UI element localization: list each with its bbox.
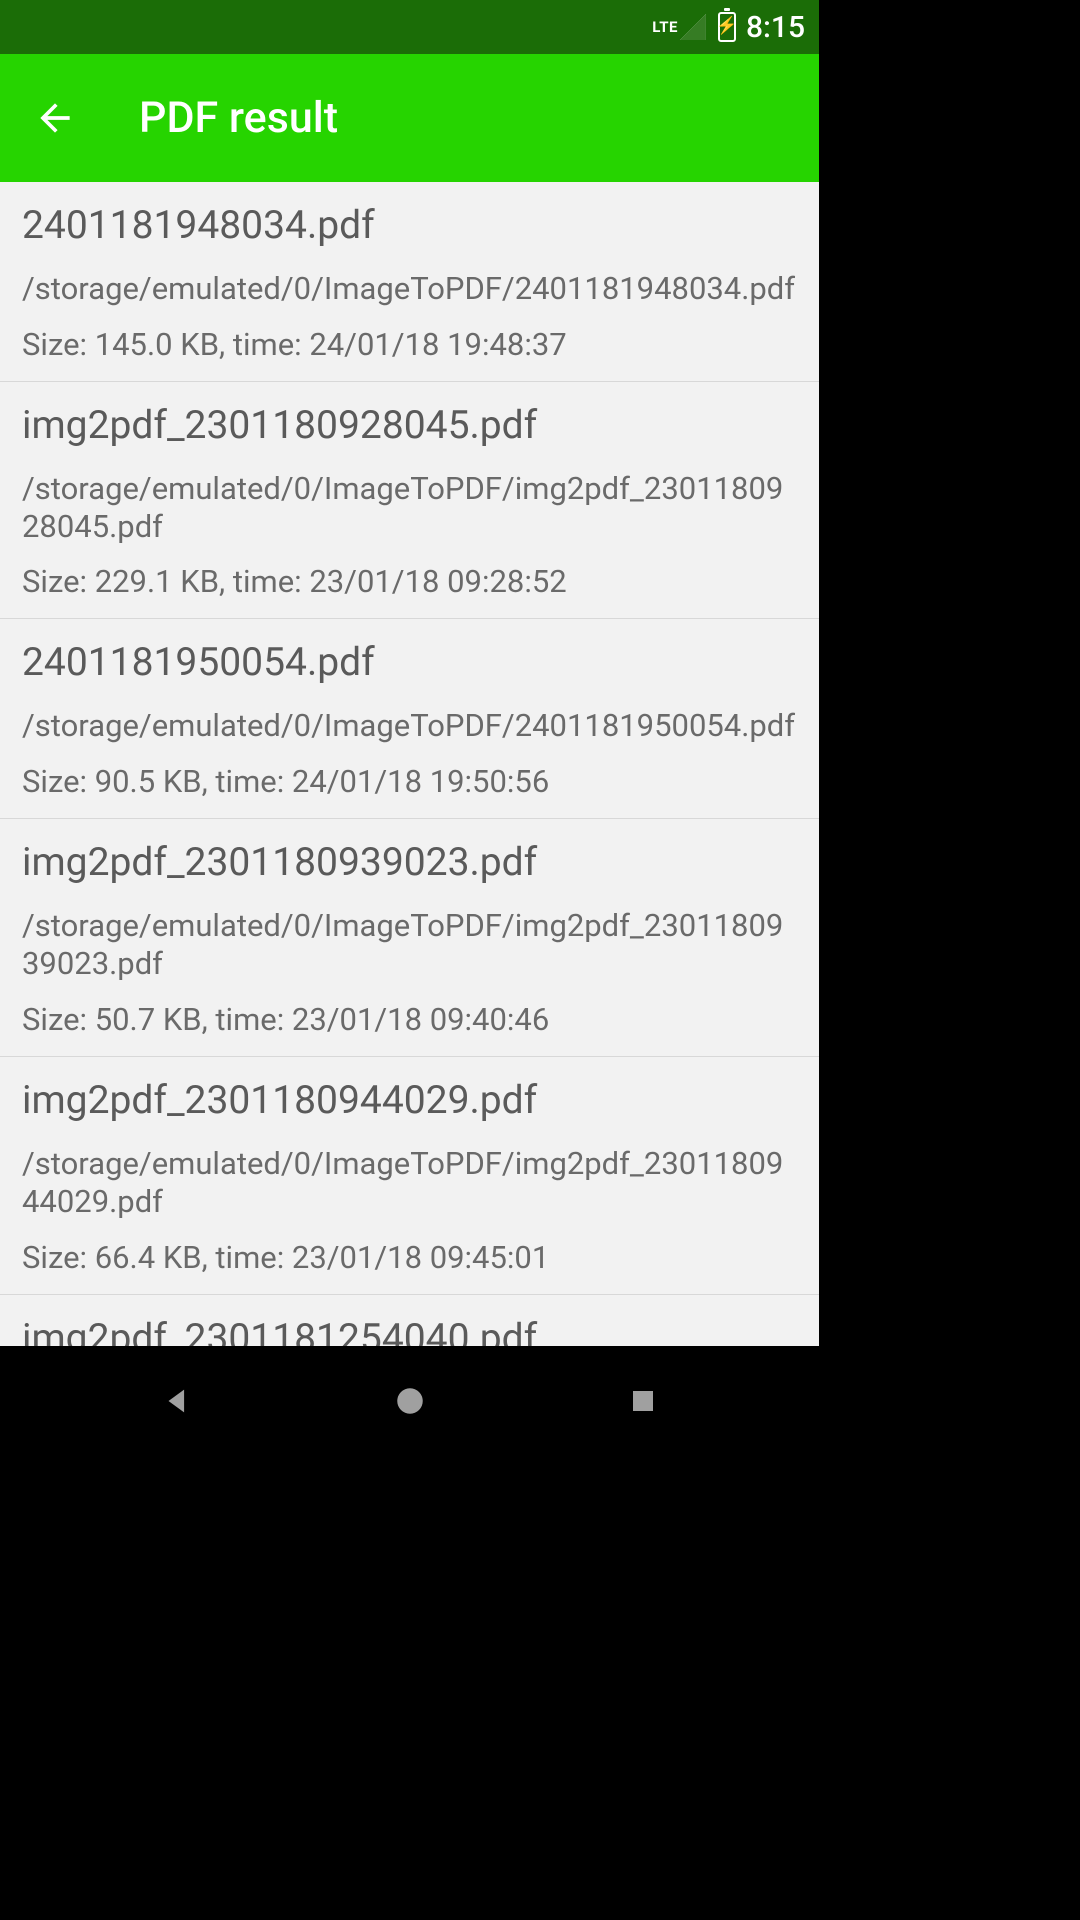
file-meta: Size: 229.1 KB, time: 23/01/18 09:28:52 [22,563,797,600]
nav-home-button[interactable] [380,1371,440,1431]
file-name: img2pdf_2301180944029.pdf [22,1077,797,1123]
file-meta: Size: 50.7 KB, time: 23/01/18 09:40:46 [22,1001,797,1038]
nav-recent-button[interactable] [613,1371,673,1431]
navigation-bar [0,1346,819,1456]
file-meta: Size: 90.5 KB, time: 24/01/18 19:50:56 [22,763,797,800]
battery-charging-icon [718,12,736,42]
list-item[interactable]: 2401181950054.pdf/storage/emulated/0/Ima… [0,619,819,819]
square-recent-icon [628,1386,658,1416]
file-name: 2401181948034.pdf [22,202,797,248]
list-item[interactable]: img2pdf_2301181254040.pdf/storage/emulat… [0,1295,819,1347]
list-item[interactable]: img2pdf_2301180944029.pdf/storage/emulat… [0,1057,819,1295]
file-meta: Size: 145.0 KB, time: 24/01/18 19:48:37 [22,326,797,363]
page-title: PDF result [139,93,338,143]
triangle-back-icon [160,1384,194,1418]
app-bar: PDF result [0,54,819,182]
signal-icon [680,14,706,40]
nav-back-button[interactable] [147,1371,207,1431]
file-name: img2pdf_2301181254040.pdf [22,1315,797,1347]
file-path: /storage/emulated/0/ImageToPDF/240118195… [22,707,797,745]
status-bar: LTE 8:15 [0,0,819,54]
back-button[interactable] [25,88,85,148]
list-item[interactable]: img2pdf_2301180939023.pdf/storage/emulat… [0,819,819,1057]
file-path: /storage/emulated/0/ImageToPDF/img2pdf_2… [22,1145,797,1221]
network-indicator: LTE [652,18,678,36]
file-meta: Size: 66.4 KB, time: 23/01/18 09:45:01 [22,1239,797,1276]
file-path: /storage/emulated/0/ImageToPDF/240118194… [22,270,797,308]
back-arrow-icon [33,96,77,140]
file-name: img2pdf_2301180928045.pdf [22,402,797,448]
clock: 8:15 [746,10,805,45]
list-item[interactable]: img2pdf_2301180928045.pdf/storage/emulat… [0,382,819,620]
circle-home-icon [393,1384,427,1418]
file-name: 2401181950054.pdf [22,639,797,685]
file-path: /storage/emulated/0/ImageToPDF/img2pdf_2… [22,470,797,546]
file-path: /storage/emulated/0/ImageToPDF/img2pdf_2… [22,907,797,983]
file-name: img2pdf_2301180939023.pdf [22,839,797,885]
file-list[interactable]: 2401181948034.pdf/storage/emulated/0/Ima… [0,182,819,1346]
list-item[interactable]: 2401181948034.pdf/storage/emulated/0/Ima… [0,182,819,382]
